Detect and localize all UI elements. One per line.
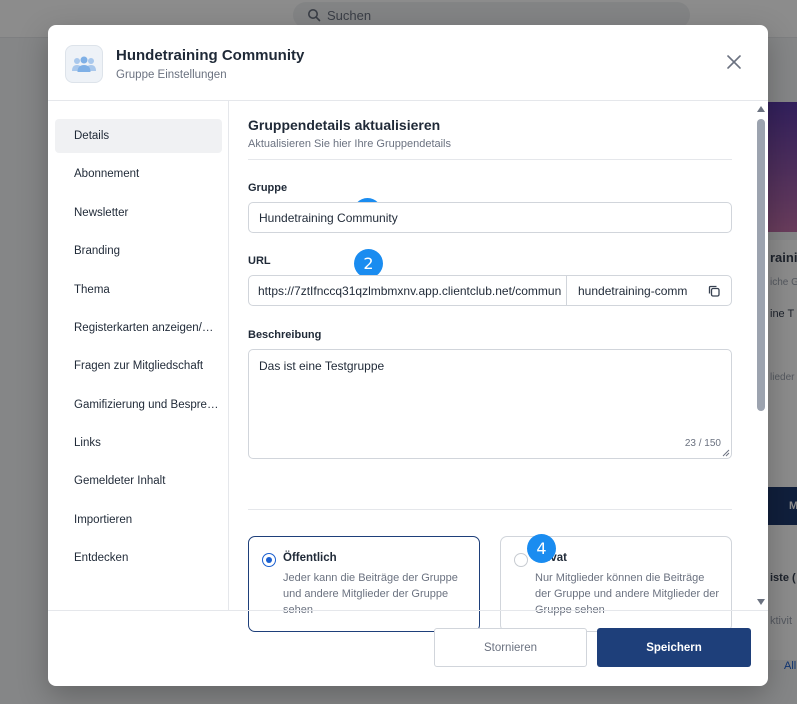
scroll-up-arrow-icon[interactable]	[756, 105, 766, 113]
modal-title: Hundetraining Community	[116, 47, 305, 64]
section-subtitle: Aktualisieren Sie hier Ihre Gruppendetai…	[248, 138, 452, 150]
sidebar-item-branding[interactable]: Branding	[55, 234, 222, 268]
sidebar-item-details[interactable]: Details	[55, 119, 222, 153]
resize-handle-icon[interactable]	[722, 449, 730, 457]
group-avatar	[65, 45, 103, 83]
group-settings-modal: Hundetraining Community Gruppe Einstellu…	[48, 25, 768, 686]
sidebar-item-links[interactable]: Links	[55, 426, 222, 460]
url-field: https://7ztIfnccq31qzlmbmxnv.app.clientc…	[248, 275, 732, 306]
description-label: Beschreibung	[248, 329, 322, 341]
sidebar-item-entdecken[interactable]: Entdecken	[55, 541, 222, 575]
modal-footer: Stornieren Speichern	[48, 610, 768, 686]
sidebar-item-thema[interactable]: Thema	[55, 273, 222, 307]
section-title: Gruppendetails aktualisieren	[248, 117, 441, 133]
settings-sidebar: Details Abonnement Newsletter Branding T…	[48, 101, 229, 610]
radio-public[interactable]	[262, 553, 276, 567]
sidebar-item-importieren[interactable]: Importieren	[55, 503, 222, 537]
description-textarea[interactable]: Das ist eine Testgruppe 23 / 150	[248, 349, 732, 459]
scrollbar-thumb[interactable]	[757, 119, 765, 411]
sidebar-item-registerkarten[interactable]: Registerkarten anzeigen/…	[55, 311, 222, 345]
modal-subtitle: Gruppe Einstellungen	[116, 69, 227, 81]
scroll-down-arrow-icon[interactable]	[756, 598, 766, 606]
sidebar-item-fragen[interactable]: Fragen zur Mitgliedschaft	[55, 349, 222, 383]
character-counter: 23 / 150	[684, 438, 721, 449]
copy-icon[interactable]	[707, 284, 721, 298]
url-slug-text: hundetraining-comm	[578, 283, 688, 298]
sidebar-item-gamifizierung[interactable]: Gamifizierung und Bespre…	[55, 388, 222, 422]
step-badge-4: 4	[527, 534, 556, 563]
radio-private[interactable]	[514, 553, 528, 567]
description-text: Das ist eine Testgruppe	[259, 359, 385, 373]
public-title: Öffentlich	[283, 552, 337, 564]
save-button[interactable]: Speichern	[597, 628, 751, 667]
divider	[248, 509, 732, 510]
modal-header: Hundetraining Community Gruppe Einstellu…	[48, 25, 768, 101]
sidebar-item-newsletter[interactable]: Newsletter	[55, 196, 222, 230]
close-icon	[727, 55, 741, 69]
content-scrollbar[interactable]	[754, 101, 768, 610]
divider	[248, 159, 732, 160]
close-button[interactable]	[724, 52, 744, 72]
settings-content: Gruppendetails aktualisieren Aktualisier…	[229, 101, 768, 632]
cancel-button[interactable]: Stornieren	[434, 628, 587, 667]
group-name-input[interactable]: Hundetraining Community	[248, 202, 732, 233]
url-slug-input[interactable]: hundetraining-comm	[567, 276, 731, 305]
sidebar-item-abonnement[interactable]: Abonnement	[55, 157, 222, 191]
step-badge-2: 2	[354, 249, 383, 278]
url-prefix: https://7ztIfnccq31qzlmbmxnv.app.clientc…	[249, 276, 567, 305]
group-name-label: Gruppe	[248, 182, 288, 194]
url-label: URL	[248, 255, 271, 267]
sidebar-item-gemeldeter-inhalt[interactable]: Gemeldeter Inhalt	[55, 464, 222, 498]
group-users-icon	[72, 56, 96, 72]
